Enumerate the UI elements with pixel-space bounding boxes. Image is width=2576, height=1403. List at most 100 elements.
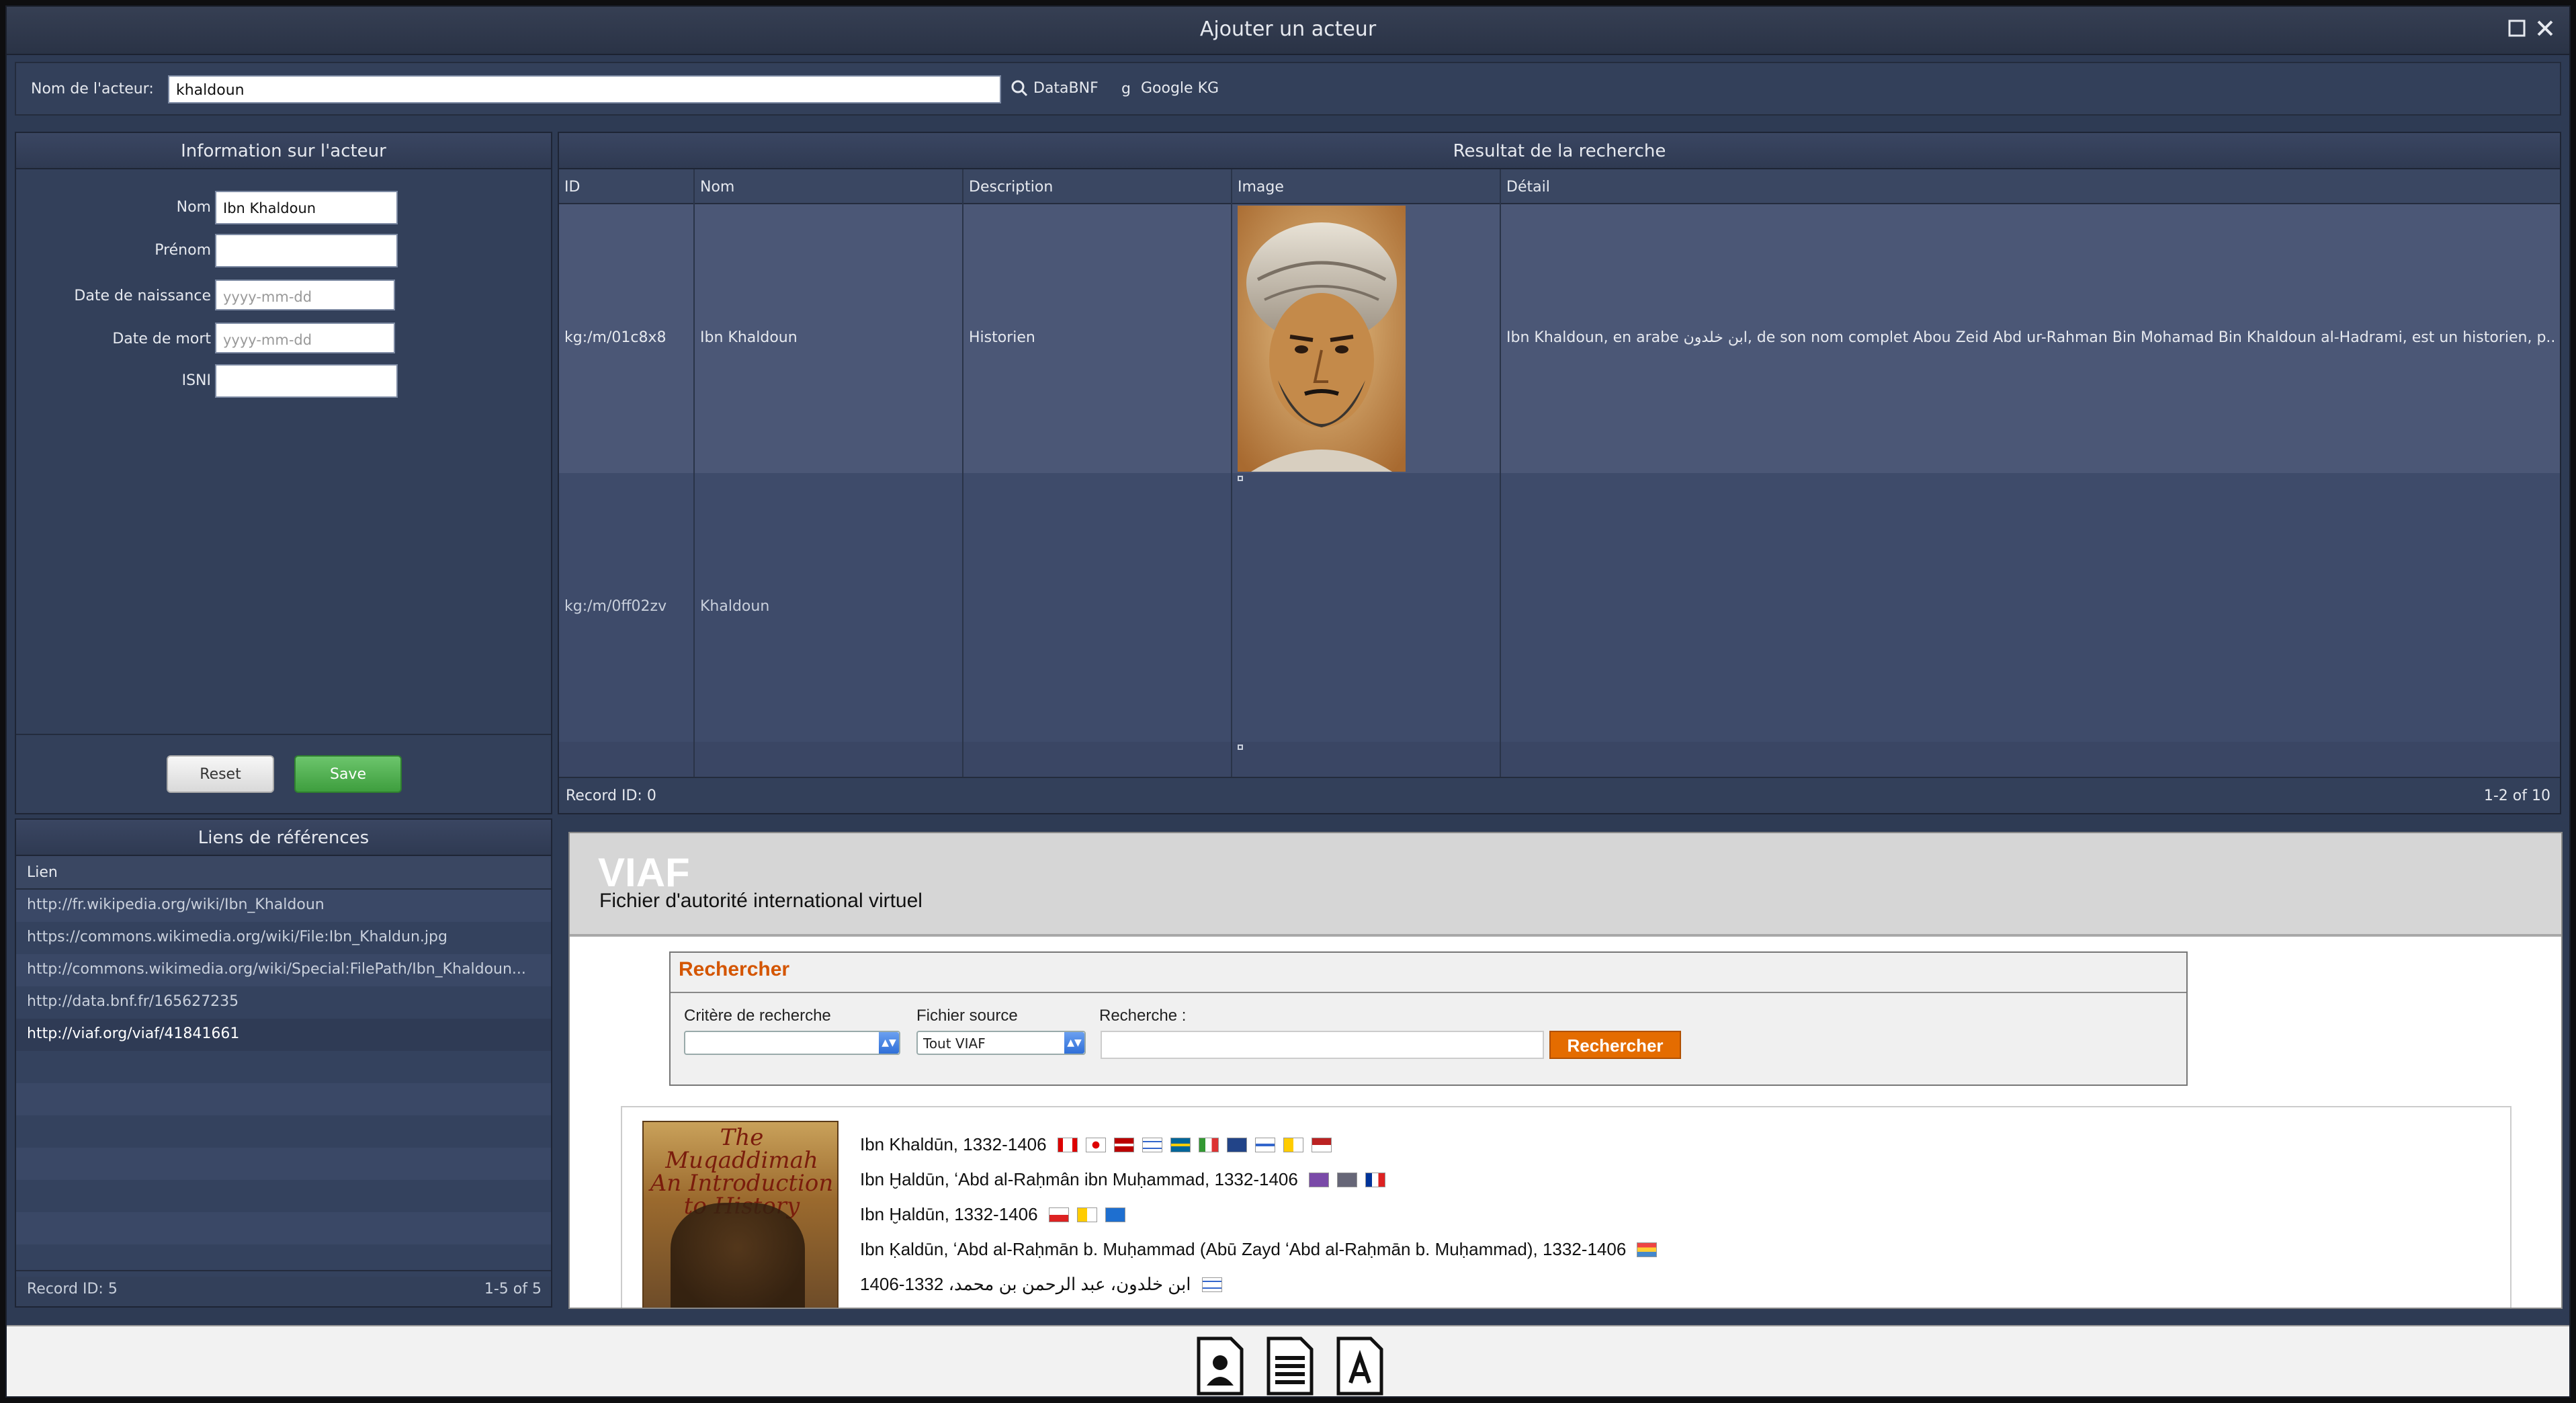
- isni-input[interactable]: [215, 364, 398, 398]
- google-kg-label: Google KG: [1141, 79, 1219, 97]
- broken-image-icon: [1238, 476, 1243, 481]
- viaf-entry[interactable]: Ibn Ḫaldūn, ʻAbd al-Raḥmân ibn Muḥammad,…: [860, 1169, 1385, 1190]
- person-icon[interactable]: [1196, 1336, 1244, 1396]
- viaf-logo[interactable]: VIAF: [598, 849, 690, 896]
- field-prenom: Prénom: [16, 234, 398, 271]
- viaf-banner: VIAF Fichier d'autorité international vi…: [570, 833, 2561, 937]
- rechercher-button[interactable]: Rechercher: [1549, 1031, 1681, 1059]
- results-footer: Record ID: 0 1-2 of 10: [559, 777, 2560, 813]
- text-document-icon[interactable]: [1336, 1336, 1384, 1396]
- svg-text:g: g: [1121, 81, 1131, 97]
- flag-icon: [1142, 1137, 1162, 1152]
- actor-name-label: Nom de l'acteur:: [31, 81, 154, 97]
- flag-icon: [1637, 1242, 1658, 1257]
- table-row[interactable]: [559, 473, 2560, 742]
- list-item[interactable]: http://commons.wikimedia.org/wiki/Specia…: [16, 954, 551, 986]
- document-icon[interactable]: [1266, 1336, 1314, 1396]
- list-item[interactable]: https://commons.wikimedia.org/wiki/File:…: [16, 922, 551, 954]
- col-nom[interactable]: Nom: [700, 179, 734, 196]
- book-cover-image[interactable]: The Muqaddimah An Introduction to Histor…: [642, 1121, 839, 1308]
- col-detail[interactable]: Détail: [1506, 179, 1550, 196]
- col-image[interactable]: Image: [1238, 179, 1284, 196]
- field-isni: ISNI: [16, 364, 398, 402]
- critere-label: Critère de recherche: [684, 1007, 831, 1025]
- bottom-dock: [7, 1325, 2569, 1396]
- flag-icon: [1076, 1207, 1097, 1222]
- flag-icon: [1254, 1137, 1275, 1152]
- results-pagination: 1-2 of 10: [2483, 788, 2550, 804]
- date-naissance-input[interactable]: yyyy-mm-dd: [215, 280, 395, 310]
- fichier-source-select[interactable]: Tout VIAF ▲▼: [916, 1031, 1086, 1055]
- list-item[interactable]: http://data.bnf.fr/165627235: [16, 986, 551, 1019]
- chevron-down-icon: ▲▼: [879, 1032, 899, 1054]
- nom-input[interactable]: Ibn Khaldoun: [215, 191, 398, 224]
- flag-icon: [1365, 1172, 1385, 1187]
- results-table-header: ID Nom Description Image Détail: [559, 169, 2560, 204]
- col-description[interactable]: Description: [969, 179, 1053, 196]
- list-item[interactable]: http://fr.wikipedia.org/wiki/Ibn_Khaldou…: [16, 890, 551, 922]
- viaf-entry[interactable]: Ibn Ḫaldūn, 1332-1406: [860, 1204, 1125, 1225]
- row2-id: kg:/m/0ff02zv: [564, 598, 667, 615]
- row1-detail: Ibn Khaldoun, en arabe ابن خلدون, de son…: [1506, 329, 2554, 346]
- portrait-image: [1238, 206, 1406, 472]
- links-list: http://fr.wikipedia.org/wiki/Ibn_Khaldou…: [16, 890, 551, 1277]
- field-date-mort: Date de mort yyyy-mm-dd: [16, 323, 395, 360]
- close-icon[interactable]: [2536, 19, 2554, 38]
- info-button-bar: Reset Save: [16, 734, 551, 813]
- flag-icon: [1226, 1137, 1247, 1152]
- search-results-panel: Resultat de la recherche ID Nom Descript…: [558, 132, 2561, 814]
- row1-nom: Ibn Khaldoun: [700, 329, 798, 346]
- col-id[interactable]: ID: [564, 179, 580, 196]
- flag-icon: [1201, 1277, 1222, 1292]
- source-flags: [1057, 1137, 1332, 1152]
- source-flags: [1308, 1172, 1385, 1187]
- links-pagination: 1-5 of 5: [484, 1281, 542, 1298]
- viaf-subtitle: Fichier d'autorité international virtuel: [599, 890, 922, 912]
- row2-nom: Khaldoun: [700, 598, 770, 615]
- reference-links-panel: Liens de références Lien http://fr.wikip…: [15, 818, 552, 1308]
- col-lien[interactable]: Lien: [16, 856, 551, 890]
- maximize-icon[interactable]: [2507, 19, 2526, 38]
- viaf-entry[interactable]: Ibn Ḳaldūn, ʻAbd al-Raḥmān b. Muḥammad (…: [860, 1239, 1658, 1260]
- title-bar: Ajouter un acteur: [7, 7, 2569, 55]
- viaf-web-view[interactable]: VIAF Fichier d'autorité international vi…: [568, 832, 2563, 1309]
- date-mort-input[interactable]: yyyy-mm-dd: [215, 323, 395, 353]
- save-button[interactable]: Save: [294, 755, 402, 793]
- flag-icon: [1311, 1137, 1332, 1152]
- flag-icon: [1105, 1207, 1125, 1222]
- row1-id: kg:/m/01c8x8: [564, 329, 667, 346]
- window: Ajouter un acteur Nom de l'acteur: khald…: [5, 5, 2571, 1398]
- source-flags: [1637, 1242, 1658, 1257]
- viaf-entry[interactable]: ابن خلدون، عبد الرحمن بن محمد، 1332-1406: [860, 1274, 1222, 1295]
- search-bar: Nom de l'acteur: khaldoun DataBNF g Goog…: [15, 62, 2561, 116]
- databnf-button[interactable]: DataBNF: [1011, 79, 1099, 97]
- results-record-id: Record ID: 0: [566, 788, 656, 804]
- field-nom: Nom Ibn Khaldoun: [16, 191, 398, 228]
- date-mort-label: Date de mort: [112, 331, 211, 347]
- row1-description: Historien: [969, 329, 1035, 346]
- recherche-input[interactable]: [1101, 1031, 1544, 1059]
- results-table: ID Nom Description Image Détail kg:/m/01…: [559, 169, 2560, 779]
- fichier-source-label: Fichier source: [916, 1007, 1018, 1025]
- google-kg-button[interactable]: g Google KG: [1118, 79, 1219, 97]
- source-flags: [1201, 1277, 1222, 1292]
- viaf-entry[interactable]: Ibn Khaldūn, 1332-1406: [860, 1134, 1332, 1155]
- actor-name-input[interactable]: khaldoun: [168, 75, 1001, 103]
- isni-label: ISNI: [181, 372, 211, 389]
- field-date-naissance: Date de naissance yyyy-mm-dd: [16, 280, 395, 317]
- actor-info-panel: Information sur l'acteur Nom Ibn Khaldou…: [15, 132, 552, 814]
- prenom-input[interactable]: [215, 234, 398, 267]
- google-icon: g: [1121, 81, 1131, 97]
- links-footer: Record ID: 5 1-5 of 5: [16, 1270, 551, 1306]
- reset-button[interactable]: Reset: [167, 755, 274, 793]
- critere-select[interactable]: ▲▼: [684, 1031, 900, 1055]
- fichier-source-value: Tout VIAF: [923, 1035, 986, 1052]
- flag-icon: [1085, 1137, 1106, 1152]
- actor-info-title: Information sur l'acteur: [16, 133, 551, 169]
- window-title: Ajouter un acteur: [1199, 17, 1377, 41]
- source-flags: [1048, 1207, 1125, 1222]
- recherche-label: Recherche :: [1099, 1007, 1187, 1025]
- list-item-selected[interactable]: http://viaf.org/viaf/41841661: [16, 1019, 551, 1051]
- flag-icon: [1308, 1172, 1329, 1187]
- search-icon: [1011, 80, 1028, 97]
